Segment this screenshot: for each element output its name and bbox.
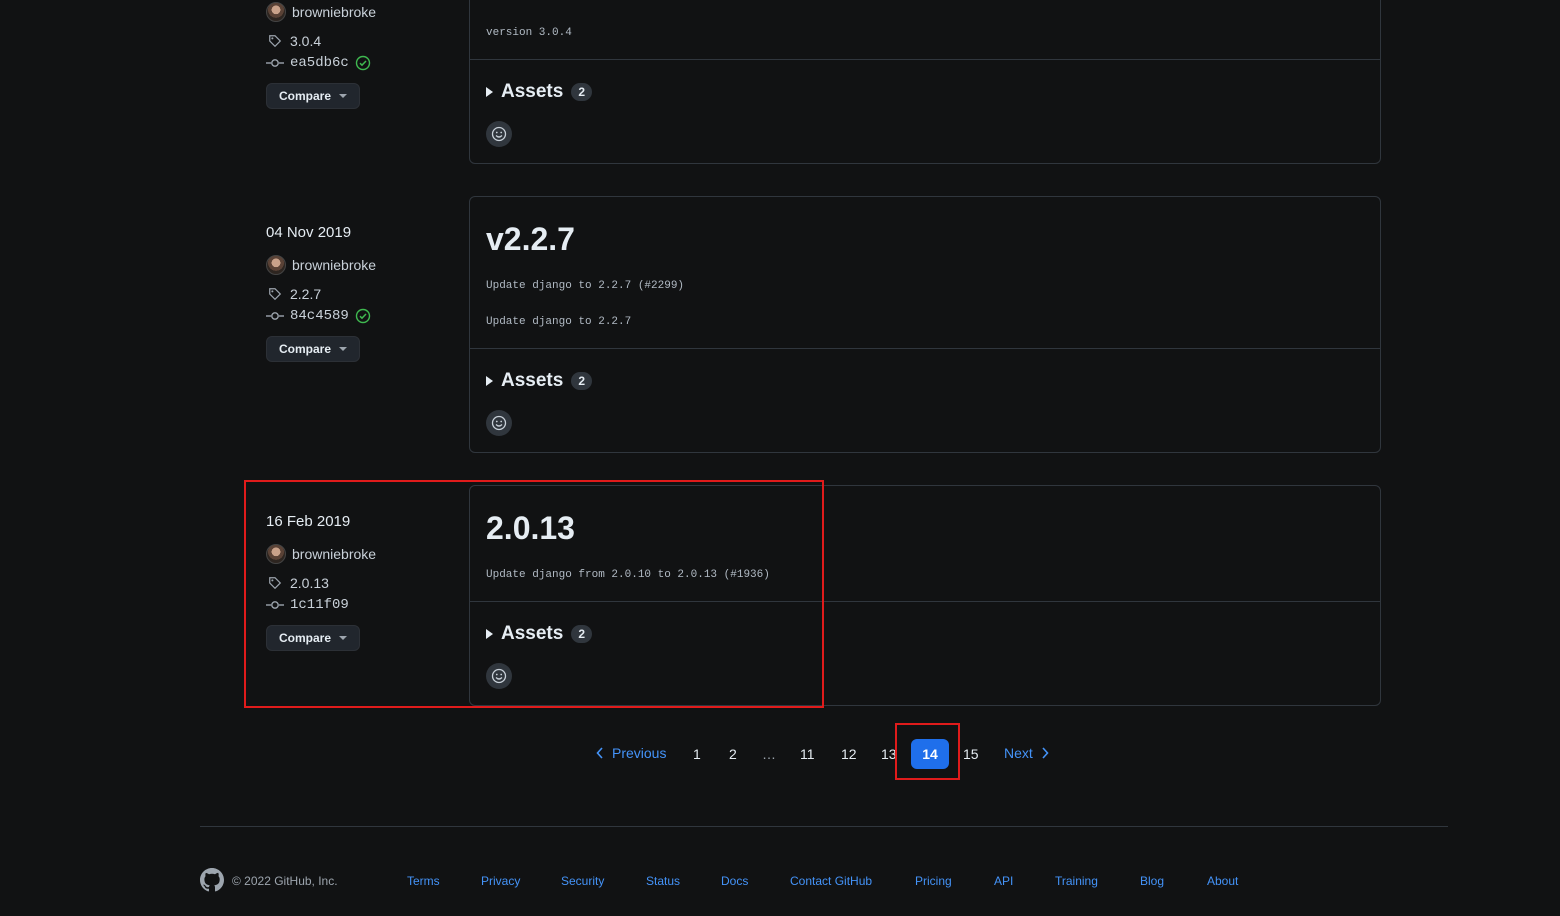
tag-label[interactable]: 3.0.4 bbox=[290, 33, 321, 49]
footer-link-status[interactable]: Status bbox=[646, 874, 680, 888]
release-commit[interactable]: ea5db6c bbox=[266, 55, 371, 71]
release-card: version 3.0.4 Assets 2 bbox=[469, 0, 1381, 164]
footer-link-terms[interactable]: Terms bbox=[407, 874, 440, 888]
page-link[interactable]: 12 bbox=[841, 746, 857, 762]
card-divider bbox=[470, 348, 1380, 349]
release-title[interactable]: v2.2.7 bbox=[486, 221, 575, 258]
assets-label: Assets bbox=[501, 81, 564, 102]
github-logo-icon[interactable] bbox=[200, 868, 224, 897]
footer-link-security[interactable]: Security bbox=[561, 874, 604, 888]
avatar bbox=[266, 2, 286, 22]
smiley-icon bbox=[491, 415, 507, 431]
release-author[interactable]: browniebroke bbox=[266, 255, 376, 275]
page-link[interactable]: 2 bbox=[729, 746, 737, 762]
footer-link-pricing[interactable]: Pricing bbox=[915, 874, 952, 888]
previous-label: Previous bbox=[612, 745, 667, 761]
release-card: v2.2.7 Update django to 2.2.7 (#2299) Up… bbox=[469, 196, 1381, 453]
footer-link-api[interactable]: API bbox=[994, 874, 1013, 888]
smiley-icon bbox=[491, 126, 507, 142]
commit-icon bbox=[266, 312, 284, 320]
footer-link-docs[interactable]: Docs bbox=[721, 874, 748, 888]
release-tag[interactable]: 2.2.7 bbox=[266, 286, 321, 302]
assets-count-badge: 2 bbox=[571, 83, 593, 101]
release-commit[interactable]: 84c4589 bbox=[266, 308, 371, 324]
highlight-box bbox=[895, 723, 960, 780]
pagination-next[interactable]: Next bbox=[1004, 745, 1049, 761]
chevron-right-icon bbox=[1042, 747, 1049, 759]
release-tag[interactable]: 3.0.4 bbox=[266, 33, 321, 49]
assets-count-badge: 2 bbox=[571, 372, 593, 390]
tag-label[interactable]: 2.2.7 bbox=[290, 286, 321, 302]
pagination-previous[interactable]: Previous bbox=[596, 745, 666, 761]
page-link[interactable]: 15 bbox=[963, 746, 979, 762]
footer-link-blog[interactable]: Blog bbox=[1140, 874, 1164, 888]
release-date: 04 Nov 2019 bbox=[266, 224, 352, 241]
card-divider bbox=[470, 59, 1380, 60]
footer-link-training[interactable]: Training bbox=[1055, 874, 1098, 888]
release-author[interactable]: browniebroke bbox=[266, 2, 376, 22]
page-gap-ellipsis: … bbox=[762, 746, 776, 762]
page-link[interactable]: 1 bbox=[693, 746, 701, 762]
tag-icon bbox=[269, 288, 282, 301]
footer-link-about[interactable]: About bbox=[1207, 874, 1238, 888]
compare-label: Compare bbox=[279, 89, 332, 103]
assets-toggle[interactable]: Assets 2 bbox=[486, 370, 593, 392]
highlight-box bbox=[244, 480, 824, 708]
author-name[interactable]: browniebroke bbox=[292, 257, 376, 273]
add-reaction-button[interactable] bbox=[486, 121, 512, 147]
footer-divider bbox=[200, 826, 1448, 827]
footer-link-contact[interactable]: Contact GitHub bbox=[790, 874, 872, 888]
commit-icon bbox=[266, 59, 284, 67]
release-body-line: version 3.0.4 bbox=[486, 27, 572, 39]
disclosure-triangle-icon bbox=[486, 87, 493, 97]
chevron-down-icon bbox=[339, 347, 348, 351]
footer-link-privacy[interactable]: Privacy bbox=[481, 874, 520, 888]
chevron-down-icon bbox=[339, 94, 348, 98]
commit-sha[interactable]: 84c4589 bbox=[290, 308, 349, 324]
release-body-line: Update django to 2.2.7 bbox=[486, 316, 632, 328]
assets-toggle[interactable]: Assets 2 bbox=[486, 81, 593, 103]
assets-label: Assets bbox=[501, 370, 564, 391]
footer-copyright: © 2022 GitHub, Inc. bbox=[232, 874, 338, 888]
add-reaction-button[interactable] bbox=[486, 410, 512, 436]
chevron-left-icon bbox=[596, 747, 603, 759]
disclosure-triangle-icon bbox=[486, 376, 493, 386]
next-label: Next bbox=[1004, 745, 1033, 761]
page-link[interactable]: 11 bbox=[800, 746, 815, 762]
verified-check-icon bbox=[355, 55, 371, 71]
commit-sha[interactable]: ea5db6c bbox=[290, 55, 349, 71]
verified-check-icon bbox=[355, 308, 371, 324]
compare-button[interactable]: Compare bbox=[266, 83, 361, 109]
avatar bbox=[266, 255, 286, 275]
author-name[interactable]: browniebroke bbox=[292, 4, 376, 20]
compare-button[interactable]: Compare bbox=[266, 336, 361, 362]
tag-icon bbox=[269, 35, 282, 48]
release-body-line: Update django to 2.2.7 (#2299) bbox=[486, 280, 685, 292]
compare-label: Compare bbox=[279, 342, 332, 356]
